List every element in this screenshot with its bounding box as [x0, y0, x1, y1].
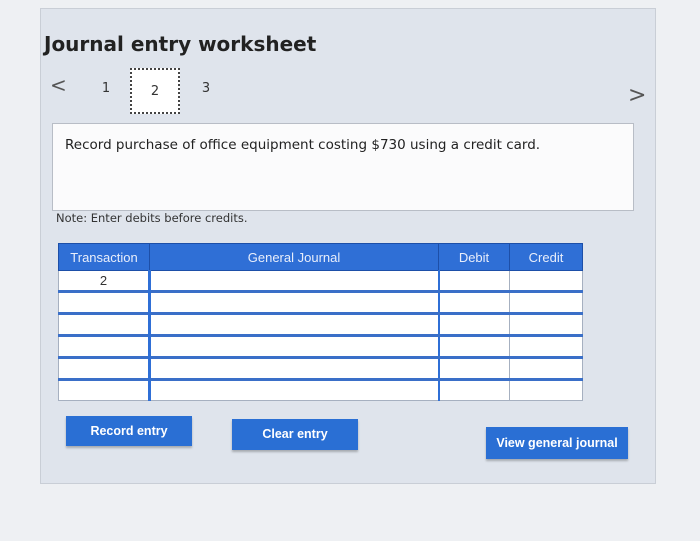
account-input[interactable] [148, 356, 440, 380]
debit-input[interactable] [438, 270, 510, 292]
step-1-tab[interactable]: 1 [96, 81, 116, 96]
credit-input[interactable] [509, 334, 583, 358]
page-title: Journal entry worksheet [44, 32, 317, 56]
debit-input[interactable] [438, 312, 510, 336]
step-2-tab[interactable]: 2 [130, 68, 180, 114]
credit-input[interactable] [509, 290, 583, 314]
credit-input[interactable] [509, 356, 583, 380]
transaction-cell [58, 312, 150, 336]
next-arrow-icon[interactable]: > [628, 83, 646, 108]
transaction-prompt-text: Record purchase of office equipment cost… [65, 137, 541, 153]
table-row [58, 312, 583, 336]
account-input[interactable] [148, 270, 440, 292]
credit-input[interactable] [509, 312, 583, 336]
table-row [58, 378, 583, 401]
transaction-prompt-box: Record purchase of office equipment cost… [52, 123, 634, 211]
credit-column-header: Credit [509, 243, 583, 271]
debit-input[interactable] [438, 356, 510, 380]
step-3-tab[interactable]: 3 [196, 81, 216, 96]
table-row [58, 334, 583, 358]
transaction-cell [58, 356, 150, 380]
debit-column-header: Debit [438, 243, 510, 271]
entry-note: Note: Enter debits before credits. [56, 211, 248, 225]
account-input[interactable] [148, 378, 440, 401]
table-row: 2 [58, 270, 583, 292]
account-input[interactable] [148, 334, 440, 358]
debit-input[interactable] [438, 334, 510, 358]
transaction-column-header: Transaction [58, 243, 150, 271]
view-general-journal-button[interactable]: View general journal [486, 427, 628, 459]
record-entry-button[interactable]: Record entry [66, 416, 192, 446]
credit-input[interactable] [509, 270, 583, 292]
account-input[interactable] [148, 312, 440, 336]
transaction-cell [58, 290, 150, 314]
table-row [58, 356, 583, 380]
transaction-cell [58, 334, 150, 358]
previous-arrow-icon[interactable]: < [50, 73, 67, 97]
account-input[interactable] [148, 290, 440, 314]
transaction-cell: 2 [58, 270, 150, 292]
debit-input[interactable] [438, 290, 510, 314]
credit-input[interactable] [509, 378, 583, 401]
journal-entry-table: Transaction General Journal Debit Credit… [58, 243, 583, 401]
clear-entry-button[interactable]: Clear entry [232, 419, 358, 450]
table-row [58, 290, 583, 314]
general-journal-column-header: General Journal [149, 243, 439, 271]
debit-input[interactable] [438, 378, 510, 401]
transaction-cell [58, 378, 150, 401]
